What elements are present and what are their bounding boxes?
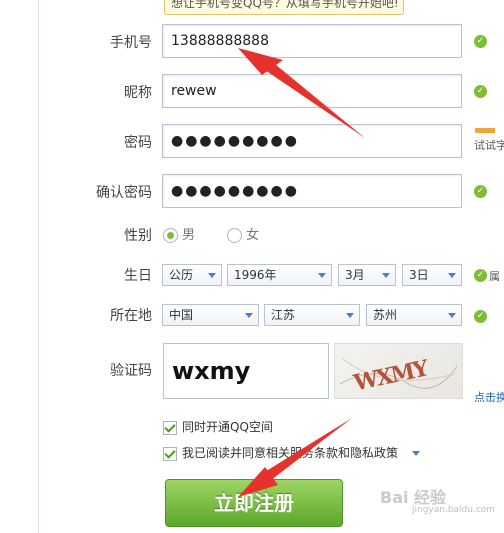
- arrow-to-phone-icon: [262, 60, 365, 138]
- annotation-arrows: [238, 48, 365, 497]
